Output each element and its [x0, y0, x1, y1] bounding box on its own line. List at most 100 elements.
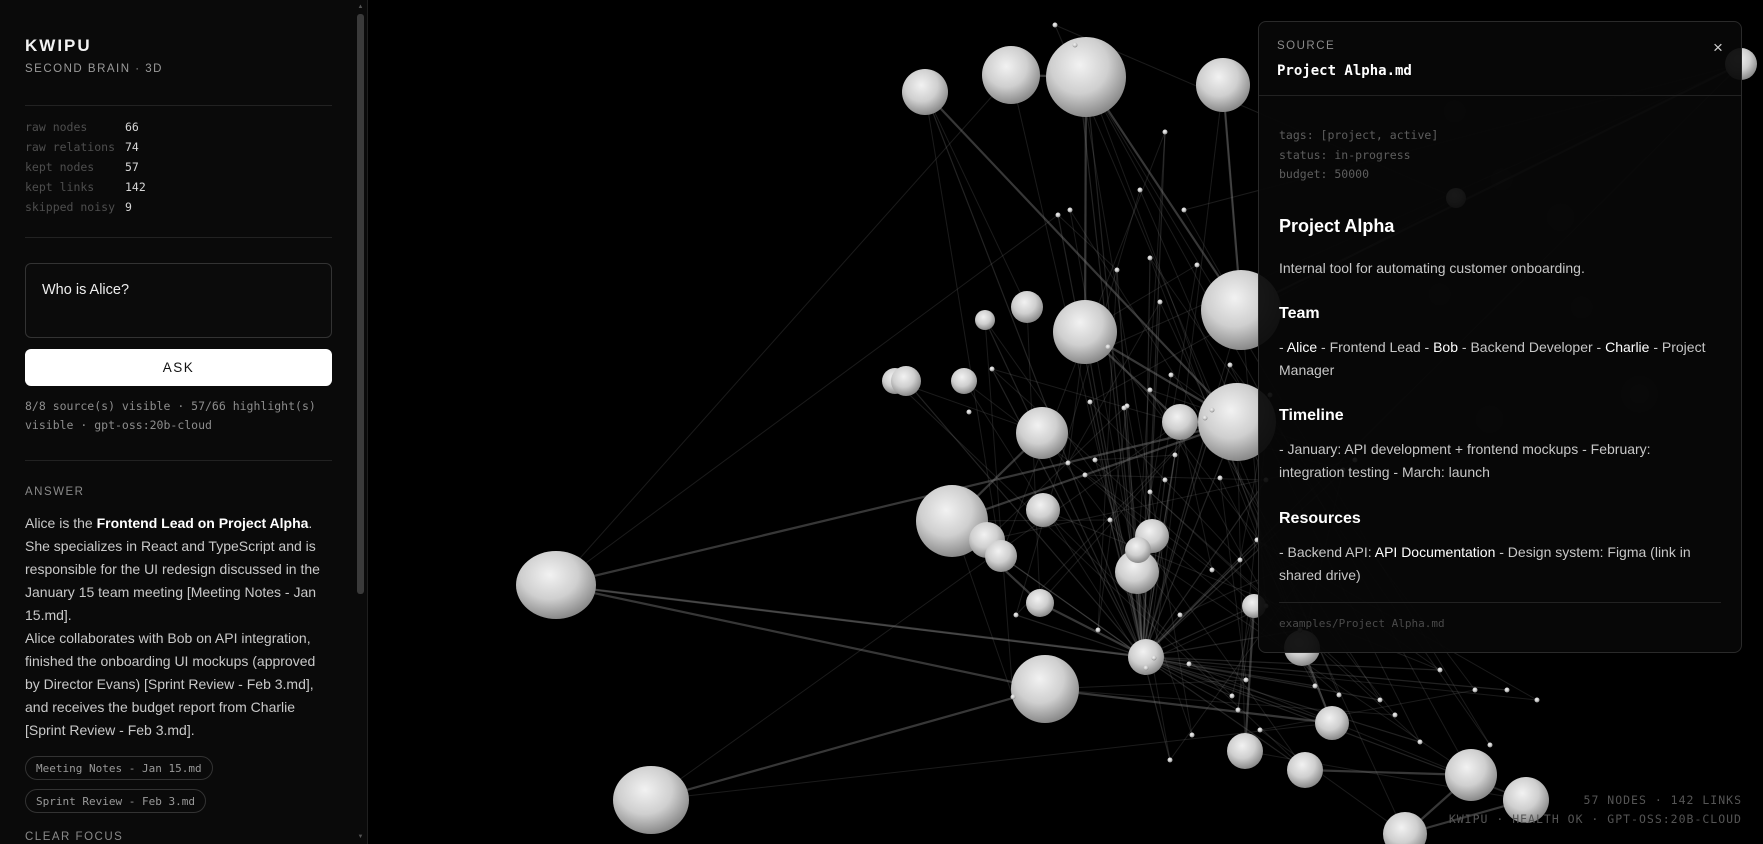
graph-node[interactable]	[1162, 477, 1168, 483]
graph-node[interactable]	[1137, 187, 1143, 193]
graph-node[interactable]	[1472, 687, 1478, 693]
graph-node[interactable]	[1013, 612, 1019, 618]
graph-node[interactable]	[1209, 407, 1215, 413]
graph-node[interactable]	[1082, 472, 1088, 478]
graph-node[interactable]	[1046, 37, 1126, 117]
scrollbar-thumb[interactable]	[357, 14, 364, 594]
graph-node[interactable]	[1227, 362, 1233, 368]
frontmatter-line: budget: 50000	[1279, 167, 1370, 181]
graph-node[interactable]	[516, 551, 596, 619]
graph-node[interactable]	[1229, 693, 1235, 699]
graph-node[interactable]	[1011, 655, 1079, 723]
graph-node[interactable]	[1189, 732, 1195, 738]
graph-node[interactable]	[1067, 207, 1073, 213]
graph-node[interactable]	[1504, 687, 1510, 693]
graph-node[interactable]	[1107, 517, 1113, 523]
graph-node[interactable]	[1487, 742, 1493, 748]
graph-node[interactable]	[1162, 404, 1198, 440]
graph-node[interactable]	[1114, 267, 1120, 273]
graph-node[interactable]	[1168, 372, 1174, 378]
graph-node[interactable]	[1162, 129, 1168, 135]
graph-node[interactable]	[1065, 460, 1071, 466]
graph-node[interactable]	[1125, 537, 1151, 563]
graph-node[interactable]	[1016, 407, 1068, 459]
graph-node[interactable]	[1095, 627, 1101, 633]
graph-node[interactable]	[989, 366, 995, 372]
graph-node[interactable]	[1209, 567, 1215, 573]
graph-node[interactable]	[1202, 415, 1208, 421]
graph-node[interactable]	[1445, 749, 1497, 801]
source-chip[interactable]: Meeting Notes - Jan 15.md	[25, 756, 213, 780]
graph-node[interactable]	[1186, 661, 1192, 667]
graph-node[interactable]	[1026, 589, 1054, 617]
source-filename: Project Alpha.md	[1277, 63, 1412, 79]
graph-node[interactable]	[985, 540, 1017, 572]
close-icon[interactable]: ×	[1706, 36, 1730, 60]
graph-node[interactable]	[1011, 291, 1043, 323]
graph-node[interactable]	[951, 368, 977, 394]
graph-node[interactable]	[1392, 712, 1398, 718]
graph-node[interactable]	[1336, 692, 1342, 698]
graph-node[interactable]	[1243, 677, 1249, 683]
graph-node[interactable]	[1092, 457, 1098, 463]
graph-node[interactable]	[1167, 757, 1173, 763]
graph-node[interactable]	[966, 409, 972, 415]
graph-node[interactable]	[1105, 344, 1111, 350]
graph-node[interactable]	[1157, 299, 1163, 305]
graph-node[interactable]	[1151, 655, 1157, 661]
graph-node[interactable]	[1315, 706, 1349, 740]
graph-node[interactable]	[1143, 665, 1149, 671]
graph-node[interactable]	[1194, 262, 1200, 268]
graph-node[interactable]	[1147, 255, 1153, 261]
resources-heading: Resources	[1279, 510, 1361, 527]
graph-node[interactable]	[1053, 300, 1117, 364]
graph-node[interactable]	[1052, 22, 1058, 28]
graph-node[interactable]	[1121, 405, 1127, 411]
graph-node[interactable]	[1237, 557, 1243, 563]
graph-node[interactable]	[1287, 752, 1323, 788]
graph-node[interactable]	[1383, 812, 1427, 844]
source-chip[interactable]: Sprint Review - Feb 3.md	[25, 789, 206, 813]
graph-node[interactable]	[1196, 58, 1250, 112]
graph-node[interactable]	[891, 366, 921, 396]
answer-text-span: . She specializes in React and TypeScrip…	[25, 515, 320, 623]
ask-button[interactable]: ASK	[25, 349, 332, 386]
graph-node[interactable]	[1417, 739, 1423, 745]
graph-node[interactable]	[1312, 683, 1318, 689]
graph-node[interactable]	[1437, 667, 1443, 673]
graph-node[interactable]	[1534, 697, 1540, 703]
scroll-down-icon[interactable]: ▼	[357, 834, 364, 840]
graph-node[interactable]	[1235, 707, 1241, 713]
graph-node[interactable]	[1217, 475, 1223, 481]
result-meta-line: 8/8 source(s) visible · 57/66 highlight(…	[25, 399, 316, 413]
graph-node[interactable]	[1055, 212, 1061, 218]
graph-node[interactable]	[613, 766, 689, 834]
graph-link	[1136, 131, 1166, 573]
stat-row: raw relations 74	[25, 140, 146, 160]
graph-node[interactable]	[1172, 452, 1178, 458]
graph-node[interactable]	[1026, 493, 1060, 527]
graph-node[interactable]	[1227, 733, 1263, 769]
graph-node[interactable]	[1377, 697, 1383, 703]
app-title: KWIPU	[25, 36, 92, 55]
graph-node[interactable]	[1072, 42, 1078, 48]
graph-node[interactable]	[982, 46, 1040, 104]
graph-node[interactable]	[1147, 387, 1153, 393]
sidebar-scrollbar[interactable]: ▲ ▼	[357, 4, 364, 840]
graph-node[interactable]	[1257, 727, 1263, 733]
answer-text: Alice is the Frontend Lead on Project Al…	[25, 512, 332, 742]
api-docs-link[interactable]: API Documentation	[1375, 544, 1496, 560]
graph-node[interactable]	[1147, 489, 1153, 495]
graph-node[interactable]	[1010, 694, 1016, 700]
graph-node[interactable]	[1087, 399, 1093, 405]
question-input[interactable]: Who is Alice?	[25, 263, 332, 338]
answer-paragraph: Alice is the Frontend Lead on Project Al…	[25, 512, 332, 627]
graph-node[interactable]	[975, 310, 995, 330]
graph-node[interactable]	[902, 69, 948, 115]
graph-node[interactable]	[1181, 207, 1187, 213]
graph-node[interactable]	[1177, 612, 1183, 618]
scroll-up-icon[interactable]: ▲	[357, 4, 364, 10]
stat-row: skipped noisy 9	[25, 200, 146, 220]
stat-value: 9	[125, 200, 132, 214]
clear-focus-button[interactable]: CLEAR FOCUS	[25, 831, 123, 843]
